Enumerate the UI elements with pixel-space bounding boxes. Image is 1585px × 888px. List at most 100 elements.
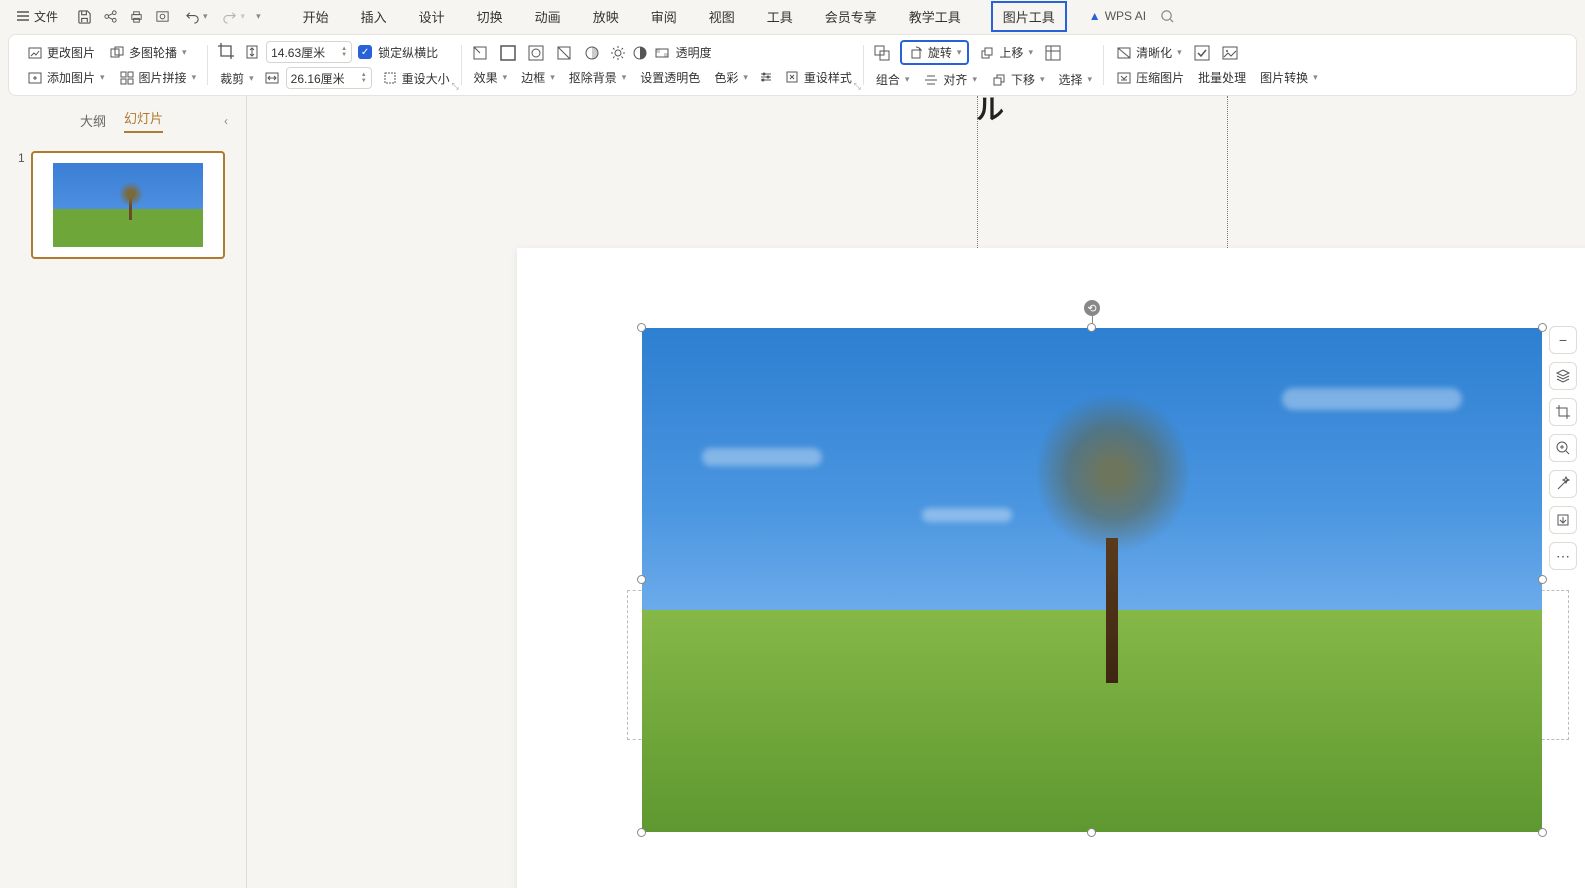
qat-more-icon[interactable]: ▾ [256,11,261,22]
rotate-button[interactable]: 旋转▾ [900,40,970,65]
tab-home[interactable]: 开始 [301,3,331,30]
set-transparent-button[interactable]: 设置透明色 [636,67,704,88]
text-fragment: ル [976,96,1004,128]
compress-button[interactable]: 压缩图片 [1112,67,1188,88]
print-icon[interactable] [128,8,144,24]
file-menu[interactable]: 文件 [8,4,66,29]
tab-insert[interactable]: 插入 [359,3,389,30]
group-icon[interactable] [872,43,894,63]
resize-handle[interactable] [1538,828,1547,837]
resize-handle[interactable] [637,575,646,584]
resize-handle[interactable] [1538,575,1547,584]
share-icon[interactable] [102,8,118,24]
undo-dropdown-icon[interactable]: ▾ [203,11,208,22]
resize-handle[interactable] [637,323,646,332]
zoom-out-button[interactable]: − [1549,326,1577,354]
tab-review[interactable]: 审阅 [649,3,679,30]
selection-pane-icon[interactable] [1043,43,1065,63]
group-button[interactable]: 组合▾ [872,69,914,90]
search-icon[interactable] [1160,9,1175,24]
convert-icon[interactable] [1220,43,1242,63]
resize-handle[interactable] [637,828,646,837]
chevron-down-icon: ▾ [192,72,197,83]
contrast-icon[interactable] [632,45,648,61]
export-button[interactable] [1549,506,1577,534]
brightness-icon[interactable] [610,45,626,61]
tab-picture-tools[interactable]: 图片工具 [991,1,1067,32]
select-button[interactable]: 选择▾ [1055,69,1097,90]
tab-transition[interactable]: 切换 [475,3,505,30]
add-image-icon [27,70,43,86]
move-down-button[interactable]: 下移▾ [987,69,1049,90]
transparency-icon[interactable] [654,45,670,61]
align-icon [923,72,939,88]
move-down-icon [991,72,1007,88]
preview-icon[interactable] [154,8,170,24]
transparency-picker-icon[interactable] [554,43,576,63]
remove-bg-button[interactable]: 抠除背景▾ [565,67,631,88]
redo-icon[interactable] [222,8,238,24]
rotation-handle[interactable]: ⟲ [1084,300,1100,316]
resize-handle[interactable] [1087,828,1096,837]
tab-animation[interactable]: 动画 [533,3,563,30]
save-icon[interactable] [76,8,92,24]
undo-icon[interactable] [184,8,200,24]
crop-tool-button[interactable] [1549,398,1577,426]
collapse-panel-icon[interactable]: ‹ [224,114,228,128]
sharpen-button[interactable]: 清晰化▾ [1112,42,1186,63]
convert-button[interactable]: 图片转换▾ [1256,67,1322,88]
tab-slideshow[interactable]: 放映 [591,3,621,30]
batch-button[interactable]: 批量处理 [1194,67,1250,88]
crop-icon[interactable] [216,41,238,63]
lock-ratio-checkbox[interactable]: ✓ [358,45,372,59]
magic-button[interactable] [1549,470,1577,498]
slides-tab[interactable]: 幻灯片 [124,108,163,133]
check-icon[interactable] [1192,43,1214,63]
outline-tab[interactable]: 大纲 [80,111,106,130]
dialog-launcher-icon[interactable]: ⤡ [854,81,861,92]
ribbon-group-arrange: 旋转▾ 上移▾ 组合▾ 对齐▾ 下移▾ 选择▾ [864,37,1104,93]
color-button[interactable]: 色彩▾ [710,67,752,88]
more-button[interactable]: ⋯ [1549,542,1577,570]
transparency-label[interactable]: 透明度 [676,44,712,61]
add-image-button[interactable]: 添加图片▾ [23,67,109,88]
wps-ai-button[interactable]: ▲ WPS AI [1089,9,1146,23]
thumbnail-image [53,163,203,247]
remove-bg-icon[interactable] [526,43,548,63]
selected-image[interactable]: ⟲ [642,328,1542,832]
canvas-area[interactable]: ル ⟲ − ⋯ [247,96,1585,888]
tab-tools[interactable]: 工具 [765,3,795,30]
effect-icon[interactable] [470,43,492,63]
move-up-button[interactable]: 上移▾ [975,42,1037,63]
dialog-launcher-icon[interactable]: ⤡ [451,81,458,92]
color-icon[interactable] [582,43,604,63]
tab-teaching[interactable]: 教学工具 [907,3,963,30]
zoom-button[interactable] [1549,434,1577,462]
spinner-icon[interactable]: ▲▼ [341,46,347,58]
layers-button[interactable] [1549,362,1577,390]
rotate-icon [908,45,924,61]
effect-button[interactable]: 效果▾ [470,67,512,88]
reset-style-button[interactable]: 重设样式 [780,67,856,88]
border-button[interactable]: 边框▾ [517,67,559,88]
tab-view[interactable]: 视图 [707,3,737,30]
multi-outline-button[interactable]: 多图轮播▾ [105,42,191,63]
crop-button[interactable]: 裁剪▾ [216,68,258,89]
sharpen-icon [1116,45,1132,61]
multi-outline-icon [109,45,125,61]
align-button[interactable]: 对齐▾ [919,69,981,90]
width-input[interactable]: 26.16厘米▲▼ [286,67,372,89]
height-input[interactable]: 14.63厘米▲▼ [266,41,352,63]
redo-dropdown-icon[interactable]: ▾ [241,11,246,22]
border-icon[interactable] [498,43,520,63]
image-stitch-button[interactable]: 图片拼接▾ [115,67,201,88]
adjust-icon[interactable] [758,69,774,85]
change-image-button[interactable]: 更改图片 [23,42,99,63]
reset-size-button[interactable]: 重设大小 [378,68,454,89]
resize-handle[interactable] [1087,323,1096,332]
spinner-icon[interactable]: ▲▼ [361,72,367,84]
tab-member[interactable]: 会员专享 [823,3,879,30]
resize-handle[interactable] [1538,323,1547,332]
tab-design[interactable]: 设计 [417,3,447,30]
slide-thumbnail[interactable] [31,151,225,259]
